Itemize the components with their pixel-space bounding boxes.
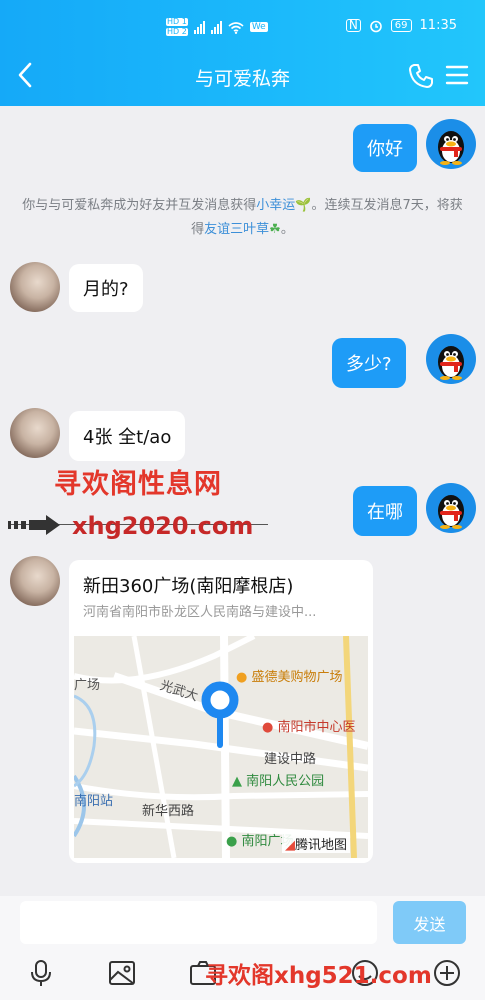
clover-icon: ☘ [269, 222, 281, 237]
contact-avatar[interactable] [10, 408, 60, 458]
self-avatar[interactable] [426, 119, 476, 169]
center-label-text: 南阳市中心医 [277, 720, 356, 735]
location-card[interactable]: 新田360广场(南阳摩根店) 河南省南阳市卧龙区人民南路与建设中... 广场 光… [69, 560, 373, 863]
message-text: 在哪 [367, 502, 403, 523]
system-text: 你与与可爱私奔成为好友并互发消息获得 [22, 198, 257, 213]
microphone-icon[interactable] [26, 958, 56, 988]
message-bubble-outgoing[interactable]: 你好 [353, 124, 417, 172]
plus-icon[interactable] [432, 958, 462, 988]
park-label-text: 南阳人民公园 [246, 774, 325, 789]
image-icon[interactable] [107, 958, 137, 988]
contact-avatar[interactable] [10, 556, 60, 606]
message-text: 月的? [83, 279, 129, 300]
location-address: 河南省南阳市卧龙区人民南路与建设中... [83, 605, 317, 620]
watermark-site-name: 寻欢阁性息网 [54, 469, 222, 500]
map-label-jianshe: 建设中路 [264, 752, 317, 767]
watermark-bottom: 寻欢阁xhg521.com [205, 963, 432, 989]
hospital-icon: ● [262, 720, 274, 735]
clock-time: 11:35 [419, 18, 457, 33]
penguin-icon [438, 131, 464, 165]
message-bubble-incoming[interactable]: 月的? [69, 264, 143, 312]
sprout-icon: 🌱 [295, 198, 312, 213]
menu-icon[interactable] [445, 64, 469, 86]
map-label-center: ● 南阳市中心医 [262, 716, 356, 735]
header-bar: HD 1 HD 2 We N 69 11:35 与可爱私奔 [0, 0, 485, 106]
nav-bar: 与可爱私奔 [0, 56, 485, 96]
message-bubble-outgoing[interactable]: 多少? [332, 338, 406, 388]
penguin-icon [438, 346, 464, 380]
map-label-shopping: ● 盛德美购物广场 [236, 666, 343, 685]
penguin-icon [438, 495, 464, 529]
tencent-map-logo-icon: ◢ [285, 838, 295, 853]
message-text: 4张 全t/ao [83, 427, 172, 448]
contact-avatar[interactable] [10, 262, 60, 312]
watermark-url: xhg2020.com [72, 512, 254, 540]
phone-icon[interactable] [407, 62, 435, 90]
message-bubble-outgoing[interactable]: 在哪 [353, 486, 417, 536]
park-tree-icon: ▲ [232, 774, 242, 789]
arrow-right-icon [8, 515, 60, 535]
signal-icon [193, 20, 205, 34]
message-text: 多少? [346, 354, 392, 375]
location-pin-icon [201, 681, 239, 748]
map-label-station: 南阳站 [74, 794, 114, 809]
plaza-icon: ● [226, 834, 238, 849]
lucky-link[interactable]: 小幸运 [256, 198, 295, 213]
message-bubble-incoming[interactable]: 4张 全t/ao [69, 411, 186, 461]
shopping-label-text: 盛德美购物广场 [251, 670, 343, 685]
signal-icon-2 [210, 20, 222, 34]
system-message: 你与与可爱私奔成为好友并互发消息获得小幸运🌱。连续互发消息7天，将获得友谊三叶草… [20, 194, 465, 242]
alarm-icon [369, 20, 382, 32]
location-map[interactable]: 广场 光武大 ● 盛德美购物广场 ● 南阳市中心医 建设中路 ▲ 南阳人民公园 … [74, 636, 368, 858]
hd-icon: HD 1 HD 2 [166, 17, 188, 36]
self-avatar[interactable] [426, 334, 476, 384]
battery-icon: 69 [390, 19, 412, 32]
location-name: 新田360广场(南阳摩根店) [83, 576, 294, 597]
status-bar: HD 1 HD 2 We N 69 11:35 [0, 16, 485, 40]
clover-link[interactable]: 友谊三叶草 [204, 222, 269, 237]
self-avatar[interactable] [426, 483, 476, 533]
wechat-notify-icon: We [249, 22, 268, 32]
map-label-guangchang: 广场 [74, 678, 101, 693]
send-button[interactable]: 发送 [393, 901, 466, 944]
tencent-map-brand: ◢腾讯地图 [282, 834, 351, 853]
brand-text: 腾讯地图 [295, 838, 348, 853]
input-bar: 发送 寻欢阁xhg521.com [0, 896, 485, 1000]
map-label-park: ▲ 南阳人民公园 [232, 770, 324, 789]
chat-area[interactable]: 你好 你与与可爱私奔成为好友并互发消息获得小幸运🌱。连续互发消息7天，将获得友谊… [0, 106, 485, 896]
status-right: N 69 11:35 [345, 18, 457, 33]
map-label-xinhua: 新华西路 [142, 804, 195, 819]
signal-group: HD 1 HD 2 We [166, 18, 268, 36]
message-text: 你好 [367, 139, 403, 160]
nfc-icon: N [345, 19, 361, 32]
message-input[interactable] [20, 901, 377, 944]
system-text-3: 。 [280, 222, 294, 237]
wifi-icon [228, 21, 244, 34]
